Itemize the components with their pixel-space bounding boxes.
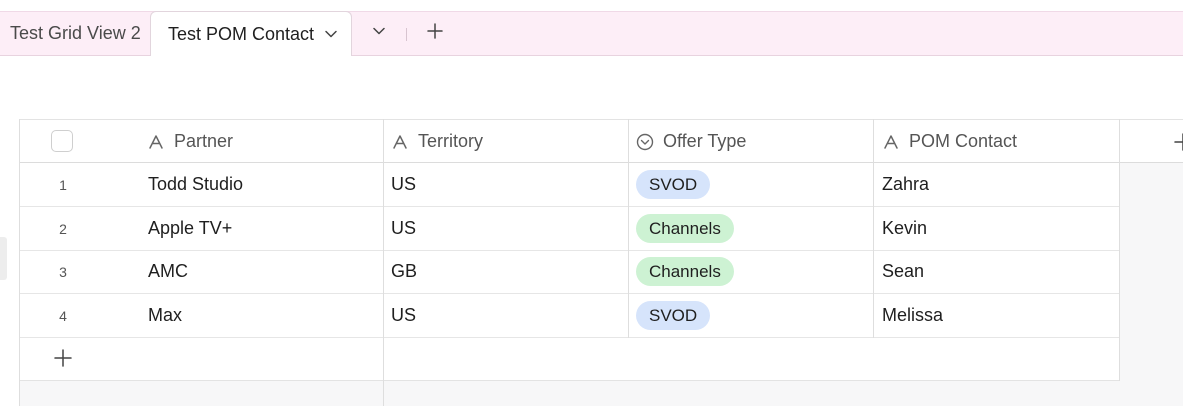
column-header-label: Partner	[174, 131, 234, 151]
row-number: 4	[59, 307, 67, 324]
column-divider	[383, 119, 384, 406]
grid-header-row: Partner Territory Offer Type POM Contact	[19, 119, 1183, 163]
column-header-label: POM Contact	[909, 131, 1018, 151]
table-row[interactable]: 2 Apple TV+ US Channels Kevin	[19, 207, 1119, 251]
add-column-button[interactable]	[1171, 130, 1183, 154]
cell-partner[interactable]: Apple TV+	[148, 207, 232, 250]
cell-territory[interactable]: US	[391, 163, 416, 206]
more-views-button[interactable]	[366, 12, 392, 55]
tab-label: Test Grid View 2	[10, 23, 141, 43]
cell-partner[interactable]: Max	[148, 294, 182, 337]
view-tab-bar: Test Grid View 2 Test POM Contact	[0, 11, 1183, 56]
grid-left-border	[19, 119, 20, 406]
text-field-icon	[882, 134, 900, 150]
text-field-icon	[147, 134, 165, 150]
offer-type-tag: Channels	[636, 257, 734, 286]
add-row-bar	[19, 338, 1119, 381]
row-number: 3	[59, 263, 67, 280]
table-row[interactable]: 4 Max US SVOD Melissa	[19, 294, 1119, 338]
cell-pom-contact[interactable]: Sean	[882, 250, 924, 293]
column-header-partner[interactable]: Partner	[147, 120, 233, 163]
tab-test-grid-view-2[interactable]: Test Grid View 2	[0, 12, 150, 55]
offer-type-tag: SVOD	[636, 301, 711, 330]
single-select-icon	[636, 133, 654, 151]
column-header-label: Offer Type	[663, 131, 747, 151]
cell-offer-type[interactable]: SVOD	[636, 163, 711, 206]
grid-empty-area	[1119, 163, 1183, 406]
column-header-offer-type[interactable]: Offer Type	[636, 120, 746, 163]
row-number: 1	[59, 176, 67, 193]
cell-offer-type[interactable]: Channels	[636, 207, 734, 250]
cell-offer-type[interactable]: SVOD	[636, 294, 711, 337]
cell-pom-contact[interactable]: Melissa	[882, 294, 943, 337]
tab-test-pom-contact[interactable]: Test POM Contact	[150, 11, 352, 56]
offer-type-tag: Channels	[636, 214, 734, 243]
chevron-down-icon	[371, 23, 387, 44]
plus-icon	[426, 22, 444, 45]
cell-pom-contact[interactable]: Kevin	[882, 207, 927, 250]
data-grid: Partner Territory Offer Type POM Contact	[19, 119, 1183, 406]
column-header-label: Territory	[418, 131, 484, 151]
column-header-territory[interactable]: Territory	[391, 120, 483, 163]
table-row[interactable]: 1 Todd Studio US SVOD Zahra	[19, 163, 1119, 207]
row-number: 2	[59, 220, 67, 237]
app-window: Test Grid View 2 Test POM Contact Partne…	[0, 0, 1183, 406]
add-view-button[interactable]	[422, 12, 448, 55]
tab-label: Test POM Contact	[168, 23, 315, 44]
add-row-button[interactable]	[52, 348, 74, 373]
cell-partner[interactable]: Todd Studio	[148, 163, 243, 206]
cell-offer-type[interactable]: Channels	[636, 250, 734, 293]
table-row[interactable]: 3 AMC GB Channels Sean	[19, 250, 1119, 294]
tab-divider	[406, 28, 407, 41]
text-field-icon	[391, 134, 409, 150]
select-all-checkbox[interactable]	[51, 130, 73, 152]
column-header-pom-contact[interactable]: POM Contact	[882, 120, 1017, 163]
plus-icon	[53, 348, 73, 373]
cell-pom-contact[interactable]: Zahra	[882, 163, 929, 206]
grid-footer-area	[19, 381, 1183, 406]
cell-partner[interactable]: AMC	[148, 250, 188, 293]
plus-icon	[1171, 133, 1183, 154]
left-rail-handle[interactable]	[0, 237, 7, 280]
cell-territory[interactable]: US	[391, 294, 416, 337]
cell-territory[interactable]: US	[391, 207, 416, 250]
column-divider	[628, 119, 629, 338]
offer-type-tag: SVOD	[636, 170, 711, 199]
column-divider	[1119, 119, 1120, 381]
cell-territory[interactable]: GB	[391, 250, 417, 293]
column-divider	[873, 119, 874, 338]
chevron-down-icon[interactable]	[324, 27, 338, 41]
